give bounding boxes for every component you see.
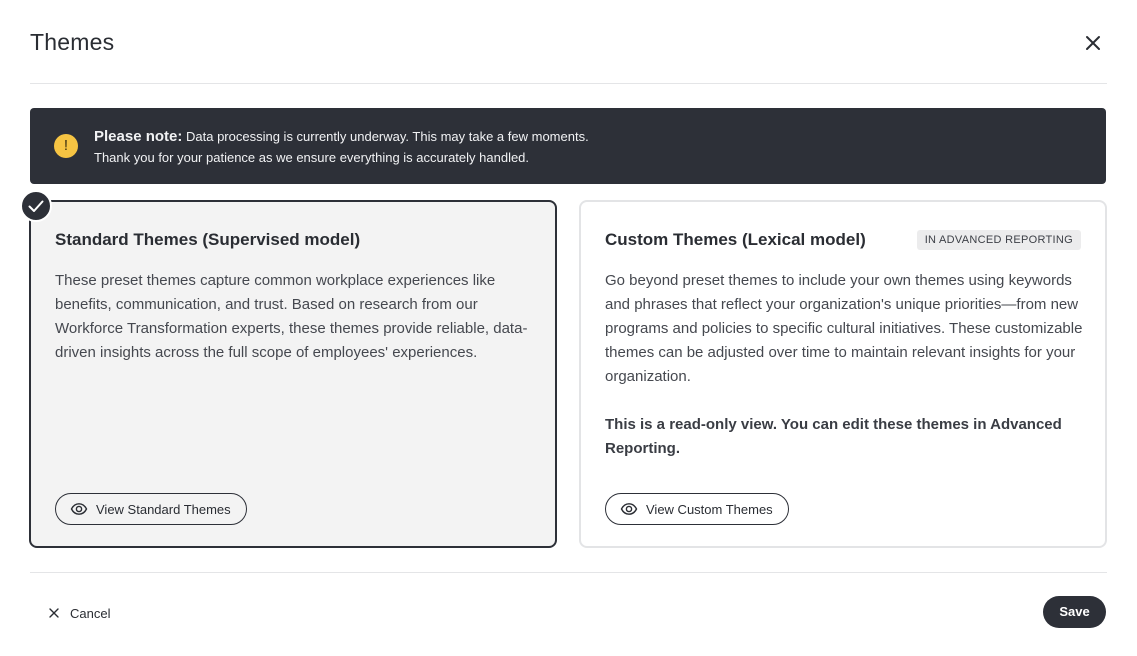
read-only-note: This is a read-only view. You can edit t…	[605, 416, 1062, 457]
themes-dialog: Themes ! Please note: Data processing is…	[0, 0, 1137, 656]
warning-icon-glyph: !	[63, 137, 69, 154]
banner-line-2: Thank you for your patience as we ensure…	[94, 150, 530, 165]
standard-themes-card[interactable]: Standard Themes (Supervised model) These…	[29, 200, 557, 548]
eye-icon	[620, 503, 638, 515]
cancel-button[interactable]: Cancel	[48, 603, 110, 623]
banner-line-1-text: Data processing is currently underway. T…	[186, 129, 589, 144]
close-icon	[1086, 36, 1100, 50]
dialog-title: Themes	[30, 29, 115, 55]
custom-themes-description: Go beyond preset themes to include your …	[605, 272, 1083, 385]
custom-themes-card[interactable]: Custom Themes (Lexical model) IN ADVANCE…	[579, 200, 1107, 548]
banner-message: Please note: Data processing is currentl…	[94, 126, 1074, 168]
custom-themes-title: Custom Themes (Lexical model)	[605, 230, 866, 249]
standard-themes-description: These preset themes capture common workp…	[55, 272, 528, 361]
processing-notice-banner: ! Please note: Data processing is curren…	[30, 108, 1106, 184]
banner-line-1: Please note: Data processing is currentl…	[94, 126, 1074, 147]
dialog-footer: Cancel Save	[30, 572, 1107, 656]
cancel-label: Cancel	[70, 605, 111, 621]
view-custom-themes-button[interactable]: View Custom Themes	[605, 493, 789, 525]
view-custom-themes-label: View Custom Themes	[646, 501, 773, 517]
view-standard-themes-button[interactable]: View Standard Themes	[55, 493, 247, 525]
dialog-header: Themes	[30, 0, 1107, 84]
selected-check-icon	[20, 190, 52, 222]
view-standard-themes-label: View Standard Themes	[96, 501, 231, 517]
close-icon	[49, 608, 59, 618]
save-button[interactable]: Save	[1043, 596, 1106, 628]
advanced-reporting-badge: IN ADVANCED REPORTING	[916, 230, 1081, 250]
standard-themes-title: Standard Themes (Supervised model)	[55, 230, 361, 249]
close-button[interactable]	[1082, 32, 1104, 54]
warning-icon: !	[54, 134, 78, 158]
banner-bold-label: Please note:	[94, 128, 183, 145]
eye-icon	[70, 503, 88, 515]
